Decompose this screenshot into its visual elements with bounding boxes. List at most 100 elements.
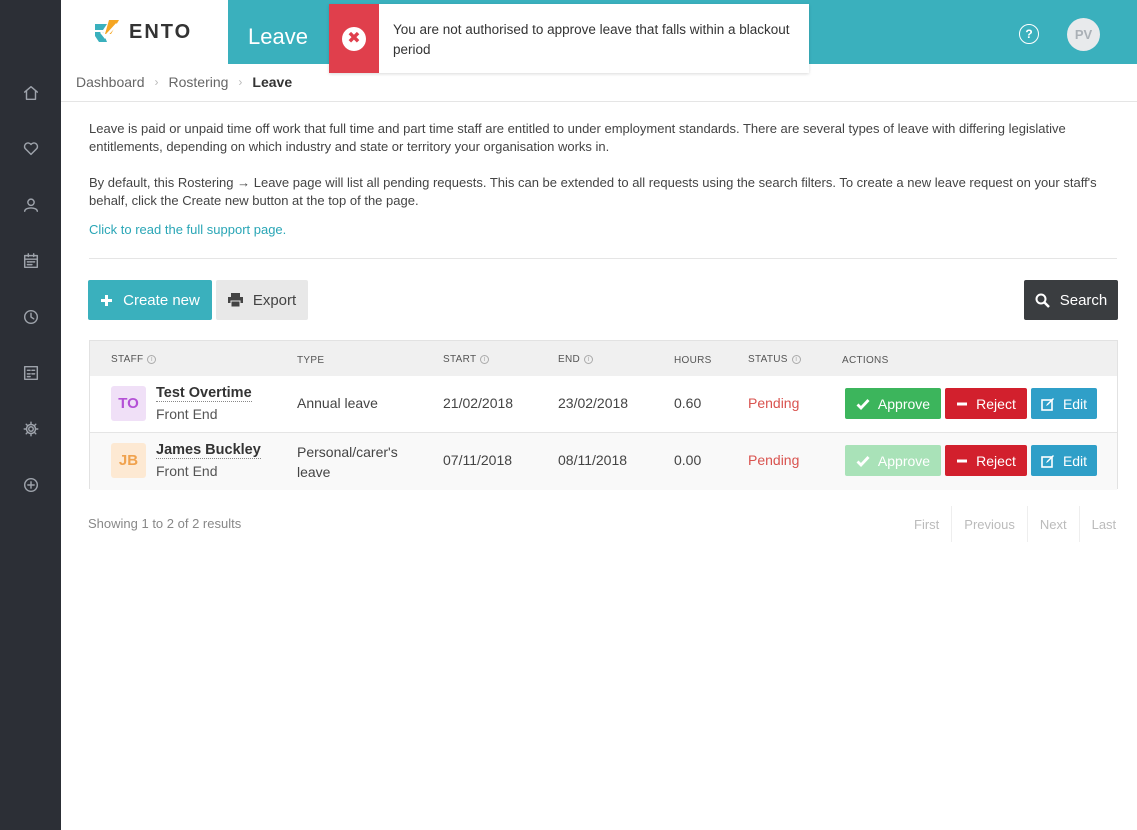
reject-button[interactable]: Reject (945, 445, 1027, 476)
search-button[interactable]: Search (1024, 280, 1118, 320)
column-label: HOURS (674, 355, 712, 366)
plus-icon (100, 294, 113, 307)
intro-paragraph-2: By default, this Rostering → Leave page … (89, 175, 1097, 208)
intro-text: Leave is paid or unpaid time off work th… (89, 120, 1119, 237)
export-button[interactable]: Export (216, 280, 308, 320)
edit-label: Edit (1062, 395, 1088, 412)
user-icon (23, 198, 38, 213)
pagination-last[interactable]: Last (1078, 506, 1129, 542)
column-label: TYPE (297, 355, 325, 366)
support-link[interactable]: Click to read the full support page. (89, 221, 286, 239)
staff-avatar: TO (111, 386, 146, 421)
hours: 0.00 (674, 452, 702, 468)
gear-icon (23, 421, 38, 437)
approve-label: Approve (877, 452, 931, 469)
approve-label: Approve (877, 395, 931, 412)
staff-name-link[interactable]: Test Overtime (156, 385, 252, 402)
column-header-start[interactable]: START i (443, 354, 490, 365)
start-date: 07/11/2018 (443, 452, 513, 468)
info-icon: i (584, 355, 594, 364)
error-alert: ✖ You are not authorised to approve leav… (329, 4, 809, 73)
approve-button[interactable]: Approve (845, 445, 941, 476)
sidebar-item-calendar[interactable] (0, 241, 61, 281)
sidebar-item-home[interactable] (0, 73, 61, 113)
status-text: Pending (748, 452, 800, 468)
sidebar-item-favourites[interactable] (0, 129, 61, 169)
column-label: STATUS (748, 354, 788, 365)
create-new-button[interactable]: Create new (88, 280, 212, 320)
grid-icon (23, 365, 38, 381)
column-label: STAFF (111, 354, 144, 365)
leave-type: Personal/carer's leave (297, 444, 398, 480)
sidebar-item-add[interactable] (0, 465, 61, 505)
intro-paragraph-1: Leave is paid or unpaid time off work th… (89, 121, 1066, 154)
module-title: Leave (248, 24, 308, 49)
create-new-label: Create new (123, 291, 200, 309)
end-date: 23/02/2018 (558, 395, 629, 411)
check-icon (856, 455, 870, 467)
breadcrumb-rostering[interactable]: Rostering (169, 74, 229, 90)
info-icon: i (791, 355, 801, 364)
staff-name-link[interactable]: James Buckley (156, 442, 261, 459)
start-date: 21/02/2018 (443, 395, 514, 411)
search-icon (1035, 293, 1050, 308)
staff-team: Front End (156, 406, 218, 422)
column-label: ACTIONS (842, 355, 889, 366)
pagination-previous[interactable]: Previous (951, 506, 1027, 542)
results-summary: Showing 1 to 2 of 2 results (88, 516, 242, 531)
user-avatar[interactable]: PV (1067, 18, 1100, 51)
column-header-actions: ACTIONS (842, 355, 889, 366)
edit-label: Edit (1062, 452, 1088, 469)
sidebar-item-people[interactable] (0, 185, 61, 225)
sidebar-item-time[interactable] (0, 297, 61, 337)
leave-type: Annual leave (297, 395, 378, 411)
calendar-icon (23, 253, 38, 269)
table-row: TO Test Overtime Front End Annual leave … (90, 376, 1117, 433)
close-icon[interactable]: ✖ (342, 26, 366, 51)
staff-avatar: JB (111, 443, 146, 478)
column-label: END (558, 354, 581, 365)
reject-label: Reject (976, 395, 1016, 412)
pagination-first[interactable]: First (902, 506, 951, 542)
reject-label: Reject (976, 452, 1016, 469)
breadcrumb-dashboard[interactable]: Dashboard (76, 74, 145, 90)
logo[interactable]: ENTO (61, 0, 228, 64)
column-header-hours: HOURS (674, 355, 712, 366)
table-header: STAFF i TYPE START i END i HOURS STATUS i AC… (90, 341, 1117, 376)
column-header-staff[interactable]: STAFF i (111, 354, 157, 365)
export-label: Export (252, 291, 297, 309)
sidebar-item-settings[interactable] (0, 409, 61, 449)
divider (61, 101, 1137, 102)
edit-button[interactable]: Edit (1031, 445, 1097, 476)
leave-table: STAFF i TYPE START i END i HOURS STATUS i AC… (89, 340, 1118, 490)
column-header-type: TYPE (297, 355, 324, 366)
column-header-end[interactable]: END i (558, 354, 594, 365)
heart-icon (23, 142, 38, 156)
info-icon: i (480, 355, 490, 364)
help-icon[interactable]: ? (1019, 24, 1039, 44)
staff-team: Front End (156, 463, 218, 479)
clock-icon (23, 309, 38, 325)
sidebar-item-reports[interactable] (0, 353, 61, 393)
info-icon: i (147, 355, 157, 364)
status-text: Pending (748, 395, 800, 411)
minus-icon (956, 455, 968, 467)
check-icon (856, 398, 870, 410)
edit-icon (1041, 454, 1055, 468)
reject-button[interactable]: Reject (945, 388, 1027, 419)
pagination-next[interactable]: Next (1026, 506, 1079, 542)
logo-text: ENTO (129, 20, 193, 43)
edit-icon (1041, 397, 1055, 411)
ento-logo-icon (95, 20, 119, 42)
divider (89, 258, 1117, 259)
pagination: First Previous Next Last (902, 506, 1128, 542)
column-header-status[interactable]: STATUS i (748, 354, 801, 365)
end-date: 08/11/2018 (558, 452, 628, 468)
approve-button[interactable]: Approve (845, 388, 941, 419)
breadcrumb-current: Leave (252, 74, 293, 90)
column-label: START (443, 354, 477, 365)
breadcrumb: Dashboard › Rostering › Leave (76, 74, 292, 90)
hours: 0.60 (674, 395, 702, 411)
alert-icon-box: ✖ (329, 4, 379, 73)
edit-button[interactable]: Edit (1031, 388, 1097, 419)
